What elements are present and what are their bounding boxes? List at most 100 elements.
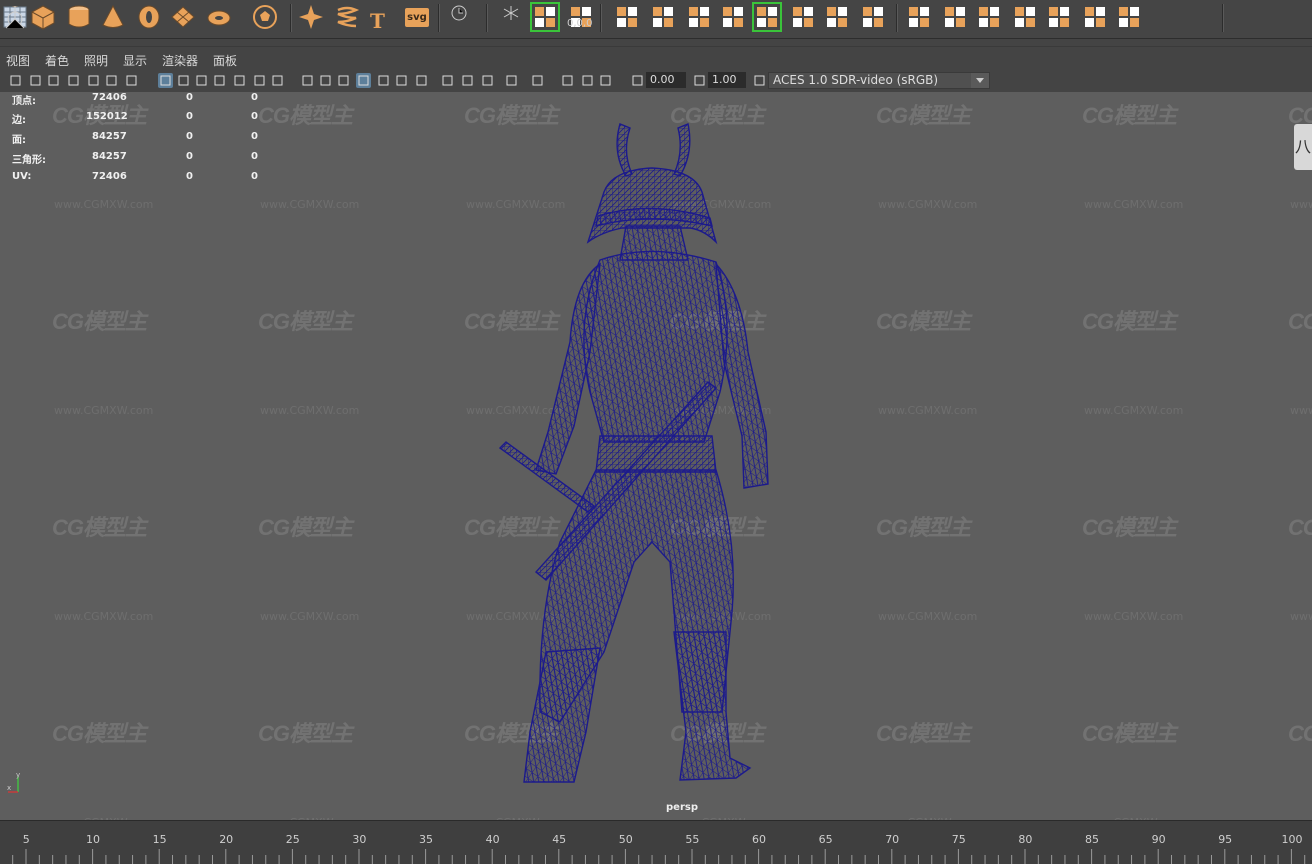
panel-tool-icon[interactable] <box>530 73 545 88</box>
panel-tool-icon[interactable] <box>8 73 23 88</box>
panel-tool-icon[interactable] <box>66 73 81 88</box>
panel-tool-icon[interactable] <box>460 73 475 88</box>
panel-tool-icon[interactable] <box>560 73 575 88</box>
axis-y-label: y <box>16 772 20 779</box>
shelf-separator <box>1222 4 1223 32</box>
smooth-icon[interactable] <box>974 2 1004 32</box>
panel-tool-icon[interactable] <box>336 73 351 88</box>
timeline-tick-label: 95 <box>1218 833 1233 846</box>
timeline-tick-label: 35 <box>419 833 433 846</box>
timeline-tick-label: 90 <box>1151 833 1166 846</box>
soccer-ball-icon[interactable] <box>250 2 280 32</box>
combine-icon[interactable] <box>940 2 970 32</box>
mirror-icon[interactable] <box>788 2 818 32</box>
extrude-icon[interactable] <box>612 2 642 32</box>
shelf: Tsvg 0,0,0 <box>0 0 1312 39</box>
triangulate-icon[interactable] <box>1010 2 1040 32</box>
cylinder-icon[interactable] <box>64 2 94 32</box>
camera-label: persp <box>666 802 698 813</box>
viewport-persp[interactable]: CG模型主 www.CGMXW.com CG模型主 www.CGMXW.com CG模型… <box>0 92 1312 820</box>
panel-tool-icon[interactable] <box>692 73 707 88</box>
panel-tool-icon[interactable] <box>376 73 391 88</box>
panel-tool-icon[interactable] <box>504 73 519 88</box>
pivot-icon[interactable] <box>0 2 30 32</box>
panel-tool-icon[interactable] <box>124 73 139 88</box>
svg-tool-button[interactable]: svg <box>402 2 432 32</box>
panel-tool-icon[interactable] <box>158 73 173 88</box>
bevel-icon[interactable] <box>648 2 678 32</box>
timeline-tick-label: 5 <box>22 833 30 846</box>
panel-tool-icon[interactable] <box>394 73 409 88</box>
timeline-tick-label: 20 <box>219 833 234 846</box>
loop-icon[interactable] <box>752 2 782 32</box>
merge-icon[interactable] <box>684 2 714 32</box>
timeline-tick-label: 45 <box>552 833 567 846</box>
panel-tool-icon[interactable] <box>598 73 613 88</box>
panel-tool-icon[interactable] <box>176 73 191 88</box>
panel-tool-icon[interactable] <box>440 73 455 88</box>
edit-icon[interactable] <box>1080 2 1110 32</box>
panel-tool-icon[interactable] <box>86 73 101 88</box>
menu-show[interactable]: 显示 <box>123 52 147 69</box>
torus-icon[interactable] <box>134 2 164 32</box>
shelf-separator <box>896 4 897 32</box>
timeline-tick-label: 30 <box>352 833 367 846</box>
panel-toolbar: 0.00 1.00 ACES 1.0 SDR-video (sRGB) <box>0 70 1312 93</box>
boolean-icon[interactable] <box>718 2 748 32</box>
cube-icon[interactable] <box>28 2 58 32</box>
panel-tool-icon[interactable] <box>300 73 315 88</box>
menu-shading[interactable]: 着色 <box>45 52 69 69</box>
snowflake-icon[interactable] <box>496 2 526 32</box>
panel-tool-icon[interactable] <box>232 73 247 88</box>
panel-tool-icon[interactable] <box>414 73 429 88</box>
timeline-tick-label: 60 <box>752 833 766 846</box>
plane-icon[interactable] <box>168 2 198 32</box>
timeline-tick-label: 55 <box>685 833 700 846</box>
panel-tool-icon[interactable] <box>752 73 767 88</box>
timeline-tick-label: 10 <box>86 833 100 846</box>
menu-view[interactable]: 视图 <box>6 52 30 69</box>
gamma-field[interactable]: 1.00 <box>708 72 746 88</box>
timer-icon[interactable] <box>448 2 478 32</box>
panel-tool-icon[interactable] <box>480 73 495 88</box>
menu-lighting[interactable]: 照明 <box>84 52 108 69</box>
panel-tool-icon[interactable] <box>104 73 119 88</box>
panel-tool-icon[interactable] <box>212 73 227 88</box>
shelf-separator <box>438 4 439 32</box>
panel-tool-icon[interactable] <box>318 73 333 88</box>
timeline-tick-label: 25 <box>285 833 300 846</box>
panel-tool-icon[interactable] <box>252 73 267 88</box>
side-panel-tab[interactable]: 八 <box>1294 124 1312 170</box>
panel-menu-bar: 视图 着色 照明 显示 渲染器 面板 <box>0 46 1312 71</box>
star-icon[interactable] <box>296 2 326 32</box>
timeline-tick-label: 65 <box>818 833 833 846</box>
transfer-icon[interactable] <box>904 2 934 32</box>
disc-icon[interactable] <box>204 2 234 32</box>
timeline-tick-label: 40 <box>485 833 500 846</box>
time-slider[interactable]: 5 10 15 20 25 30 35 40 45 50 55 60 65 70 75 80 85 90 95 100 <box>0 820 1312 864</box>
wrap-icon[interactable] <box>530 2 560 32</box>
panel-tool-icon[interactable] <box>580 73 595 88</box>
text-tool-button[interactable]: T <box>370 9 385 33</box>
quad-icon[interactable] <box>1044 2 1074 32</box>
panel-tool-icon[interactable] <box>194 73 209 88</box>
menu-renderer[interactable]: 渲染器 <box>162 52 198 69</box>
helix-icon[interactable] <box>332 2 362 32</box>
crease-icon[interactable] <box>1114 2 1144 32</box>
panel-tool-icon[interactable] <box>46 73 61 88</box>
panel-tool-icon[interactable] <box>270 73 285 88</box>
timeline-tick-label: 50 <box>618 833 633 846</box>
samurai-wireframe-model[interactable] <box>0 92 1312 820</box>
chevron-down-icon[interactable] <box>971 73 989 88</box>
colorspace-dropdown[interactable]: ACES 1.0 SDR-video (sRGB) <box>768 72 990 89</box>
exposure-field[interactable]: 0.00 <box>646 72 686 88</box>
colorspace-value: ACES 1.0 SDR-video (sRGB) <box>773 73 939 87</box>
menu-panels[interactable]: 面板 <box>213 52 237 69</box>
subdivide-icon[interactable] <box>858 2 888 32</box>
cone-icon[interactable] <box>98 2 128 32</box>
separate-icon[interactable] <box>822 2 852 32</box>
panel-tool-icon[interactable] <box>28 73 43 88</box>
timeline-tick-label: 70 <box>885 833 900 846</box>
panel-tool-icon[interactable] <box>630 73 645 88</box>
panel-tool-icon[interactable] <box>356 73 371 88</box>
